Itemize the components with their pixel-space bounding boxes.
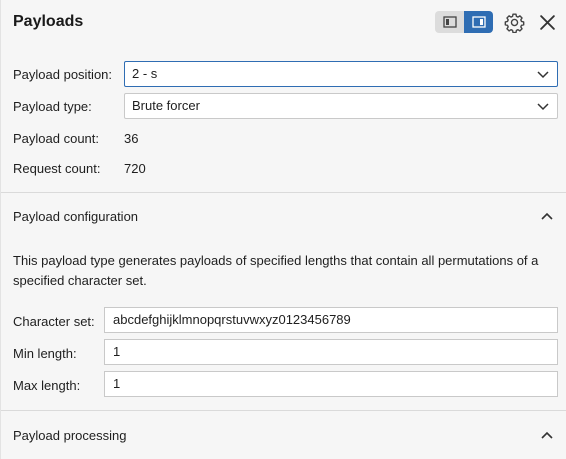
divider <box>1 410 566 411</box>
request-count-value: 720 <box>124 161 146 176</box>
payload-configuration-title[interactable]: Payload configuration <box>13 209 138 224</box>
payload-position-label: Payload position: <box>13 67 113 82</box>
min-length-label: Min length: <box>13 346 77 361</box>
panel-header: Payloads <box>1 0 566 46</box>
layout-side-icon <box>471 16 486 28</box>
layout-toggle[interactable] <box>435 11 493 33</box>
chevron-down-icon <box>537 103 549 111</box>
payload-type-label: Payload type: <box>13 99 92 114</box>
payload-position-value: 2 - s <box>132 66 158 81</box>
max-length-label: Max length: <box>13 378 81 393</box>
chevron-down-icon <box>537 71 549 79</box>
chevron-up-icon[interactable] <box>540 211 554 221</box>
layout-split-icon <box>442 16 457 28</box>
layout-side-button[interactable] <box>464 11 493 33</box>
close-icon[interactable] <box>539 14 556 31</box>
min-length-input[interactable]: 1 <box>104 339 558 365</box>
divider <box>1 192 566 193</box>
payload-count-label: Payload count: <box>13 131 100 146</box>
payload-type-select[interactable]: Brute forcer <box>124 93 558 119</box>
payloads-panel: Payloads Payload position: 2 - s Payload… <box>0 0 566 459</box>
max-length-input[interactable]: 1 <box>104 371 558 397</box>
character-set-label: Character set: <box>13 314 95 329</box>
layout-split-button[interactable] <box>435 11 464 33</box>
payload-type-description: This payload type generates payloads of … <box>13 253 539 288</box>
gear-icon[interactable] <box>504 12 525 33</box>
payload-processing-title[interactable]: Payload processing <box>13 428 126 443</box>
character-set-input[interactable]: abcdefghijklmnopqrstuvwxyz0123456789 <box>104 307 558 333</box>
panel-title: Payloads <box>13 13 84 30</box>
chevron-up-icon[interactable] <box>540 430 554 440</box>
request-count-label: Request count: <box>13 161 101 176</box>
payload-position-select[interactable]: 2 - s <box>124 61 558 87</box>
payload-type-value: Brute forcer <box>132 98 200 113</box>
payload-count-value: 36 <box>124 131 139 146</box>
